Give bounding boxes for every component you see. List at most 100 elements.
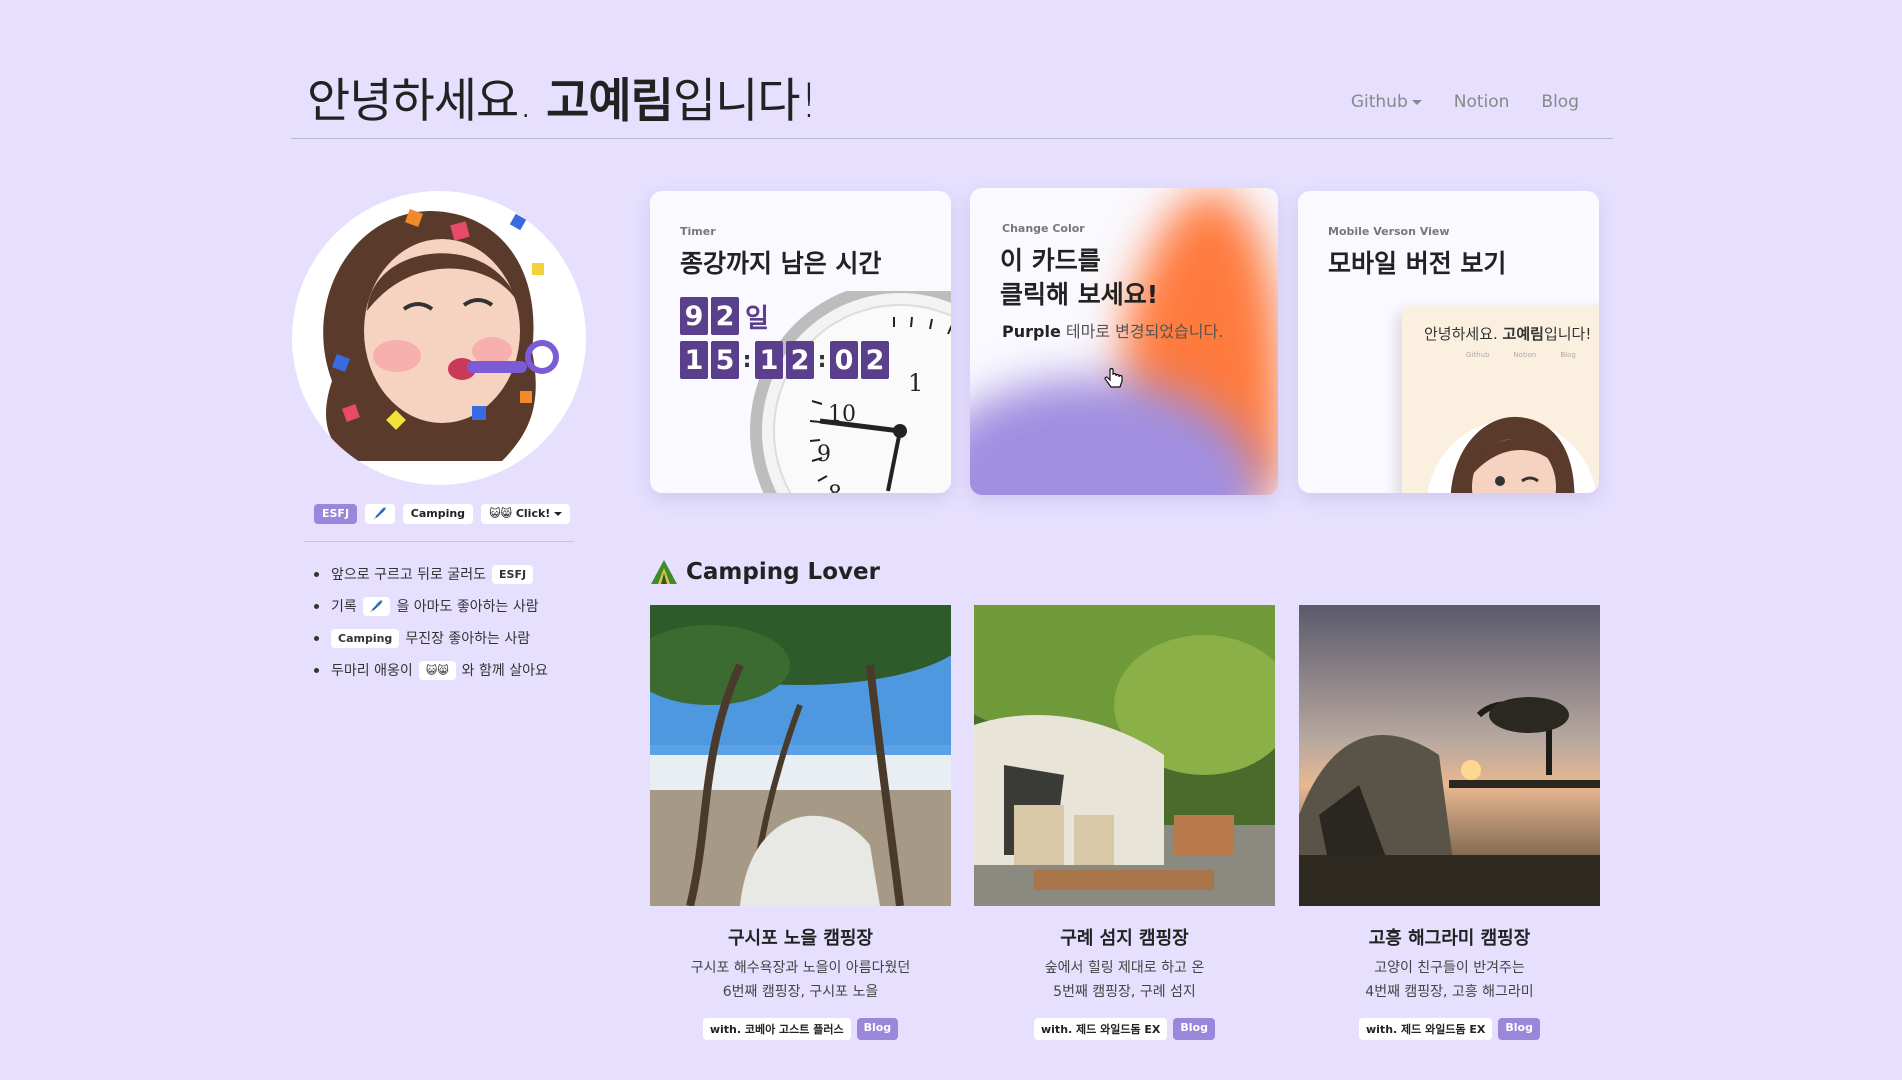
mobile-preview-nav: Github Notion Blog	[1466, 351, 1576, 359]
blog-link-badge[interactable]: Blog	[1173, 1018, 1215, 1040]
caret-down-icon	[1411, 99, 1422, 105]
photo-gusipo-image	[650, 605, 951, 906]
camp-name: 고흥 해그라미 캠핑장	[1368, 928, 1531, 949]
mobile-preview-title: 안녕하세요. 고예림입니다!	[1424, 323, 1591, 344]
avatar	[292, 191, 586, 485]
change-color-card-label: Change Color	[1002, 222, 1085, 235]
camp-card-goheung: 고흥 해그라미 캠핑장 고양이 친구들이 반겨주는 4번째 캠핑장, 고흥 해그라…	[1299, 924, 1600, 1040]
timer-digit: 2	[711, 297, 739, 335]
page-header: 안녕하세요. 고예림입니다! Github Notion Blog	[291, 0, 1613, 139]
preview-nav-item: Github	[1466, 351, 1490, 359]
desc-line: 6번째 캠핑장, 구시포 노을	[722, 984, 879, 1000]
blog-link-badge[interactable]: Blog	[1498, 1018, 1540, 1040]
sidebar-badges: ESFJ 🖊️ Camping 😺😸 Click!	[314, 504, 571, 524]
camp-tags: with. 제드 와일드돔 EX Blog	[1299, 1018, 1600, 1040]
camping-photo-gusipo[interactable]	[650, 605, 951, 906]
preview-nav-item: Notion	[1513, 351, 1537, 359]
camp-tags: with. 코베아 고스트 플러스 Blog	[650, 1018, 951, 1040]
camp-tags: with. 제드 와일드돔 EX Blog	[974, 1018, 1275, 1040]
about-text: 앞으로 구르고 뒤로 굴러도	[331, 567, 487, 583]
top-nav: Github Notion Blog	[1351, 92, 1579, 112]
list-item: 기록 🖊️ 을 아마도 좋아하는 사람	[314, 590, 548, 622]
cats-chip: 😺😸	[418, 660, 456, 680]
mobile-card-title: 모바일 버전 보기	[1328, 249, 1507, 278]
timer-days: 9 2 일	[680, 297, 769, 335]
theme-suffix: 테마로 변경되었습니다.	[1060, 322, 1224, 341]
timer-digit: 0	[830, 341, 858, 379]
timer-digit: 5	[711, 341, 739, 379]
mbti-badge: ESFJ	[314, 504, 358, 524]
sidebar-divider	[304, 541, 574, 542]
camping-badge: Camping	[402, 504, 474, 524]
timer-digit: 1	[755, 341, 783, 379]
theme-status-text: Purple 테마로 변경되었습니다.	[1002, 318, 1223, 342]
camping-photo-gurye[interactable]	[974, 605, 1275, 906]
camping-chip: Camping	[331, 628, 400, 648]
camp-description: 숲에서 힐링 제대로 하고 온 5번째 캠핑장, 구례 섬지	[974, 956, 1275, 1004]
desc-line: 숲에서 힐링 제대로 하고 온	[1044, 960, 1205, 976]
list-item: Camping 무진장 좋아하는 사람	[314, 622, 548, 654]
list-item: 두마리 애옹이 😺😸 와 함께 살아요	[314, 654, 548, 686]
camp-name: 구시포 노을 캠핑장	[727, 928, 873, 949]
cats-click-dropdown[interactable]: 😺😸 Click!	[481, 504, 571, 524]
camp-description: 구시포 해수욕장과 노을이 아름다웠던 6번째 캠핑장, 구시포 노을	[650, 956, 951, 1004]
about-text: 와 함께 살아요	[461, 663, 548, 679]
desc-line: 고양이 친구들이 반겨주는	[1374, 960, 1525, 976]
clock-number-8: 8	[828, 482, 842, 493]
timer-digit: 1	[680, 341, 708, 379]
tent-icon	[651, 560, 677, 584]
title-name: 고예림	[546, 74, 674, 129]
list-item: 앞으로 구르고 뒤로 굴러도 ESFJ	[314, 558, 548, 590]
timer-separator: :	[817, 347, 827, 373]
timer-separator: :	[742, 347, 752, 373]
about-text: 을 아마도 좋아하는 사람	[396, 599, 539, 615]
page-title: 안녕하세요. 고예림입니다!	[307, 62, 818, 131]
about-text: 두마리 애옹이	[331, 663, 413, 679]
about-list: 앞으로 구르고 뒤로 굴러도 ESFJ 기록 🖊️ 을 아마도 좋아하는 사람 Cam…	[314, 558, 548, 686]
nav-notion-link[interactable]: Notion	[1454, 92, 1510, 112]
theme-name: Purple	[1002, 322, 1061, 341]
caret-down-icon	[554, 512, 563, 516]
change-color-card[interactable]: Change Color 이 카드를 클릭해 보세요! Purple 테마로 변경…	[970, 188, 1278, 495]
timer-card-label: Timer	[680, 225, 716, 238]
pencil-badge: 🖊️	[365, 504, 395, 524]
blog-link-badge[interactable]: Blog	[856, 1018, 899, 1040]
preview-prefix: 안녕하세요.	[1424, 325, 1503, 343]
nav-github-dropdown[interactable]: Github	[1351, 92, 1422, 112]
nav-github-label: Github	[1350, 92, 1408, 112]
timer-card[interactable]: 1 10 9 8 Timer 종강까지 남은 시간 9 2 일 1 5 : 1 …	[650, 191, 951, 493]
gear-tag: with. 제드 와일드돔 EX	[1034, 1018, 1168, 1040]
preview-nav-item: Blog	[1560, 351, 1576, 359]
change-color-card-title: 이 카드를 클릭해 보세요!	[1000, 244, 1158, 312]
clock-image: 1 10 9 8	[750, 291, 951, 493]
camp-description: 고양이 친구들이 반겨주는 4번째 캠핑장, 고흥 해그라미	[1299, 956, 1600, 1004]
mobile-view-card[interactable]: Mobile Verson View 모바일 버전 보기 안녕하세요. 고예림입…	[1298, 191, 1599, 493]
preview-name: 고예림	[1502, 325, 1544, 343]
clock-number-9: 9	[817, 442, 831, 467]
timer-digit: 2	[786, 341, 814, 379]
timer-day-unit: 일	[745, 303, 769, 334]
camp-card-gusipo: 구시포 노을 캠핑장 구시포 해수욕장과 노을이 아름다웠던 6번째 캠핑장, 구…	[650, 924, 951, 1040]
desc-line: 4번째 캠핑장, 고흥 해그라미	[1365, 984, 1534, 1000]
camp-card-gurye: 구례 섬지 캠핑장 숲에서 힐링 제대로 하고 온 5번째 캠핑장, 구례 섬지 …	[974, 924, 1275, 1040]
photo-gurye-image	[974, 605, 1275, 906]
camping-photo-goheung[interactable]	[1299, 605, 1600, 906]
about-text: 무진장 좋아하는 사람	[405, 631, 531, 647]
section-title-text: Camping Lover	[686, 559, 880, 585]
preview-suffix: 입니다!	[1543, 325, 1592, 343]
gear-tag: with. 제드 와일드돔 EX	[1359, 1018, 1493, 1040]
camp-name: 구례 섬지 캠핑장	[1060, 928, 1189, 949]
mbti-chip: ESFJ	[492, 564, 534, 584]
timer-digit: 9	[680, 297, 708, 335]
title-line: 클릭해 보세요!	[1000, 280, 1159, 309]
clock-number-1: 1	[908, 369, 923, 397]
title-prefix: 안녕하세요.	[307, 74, 547, 129]
timer-card-title: 종강까지 남은 시간	[680, 249, 882, 278]
cats-click-label: 😺😸 Click!	[489, 507, 551, 520]
desc-line: 5번째 캠핑장, 구례 섬지	[1053, 984, 1196, 1000]
mobile-card-label: Mobile Verson View	[1328, 225, 1450, 238]
memoji-avatar-image	[323, 209, 559, 461]
section-title: Camping Lover	[650, 559, 880, 585]
nav-blog-link[interactable]: Blog	[1541, 92, 1579, 112]
desc-line: 구시포 해수욕장과 노을이 아름다웠던	[690, 960, 911, 976]
